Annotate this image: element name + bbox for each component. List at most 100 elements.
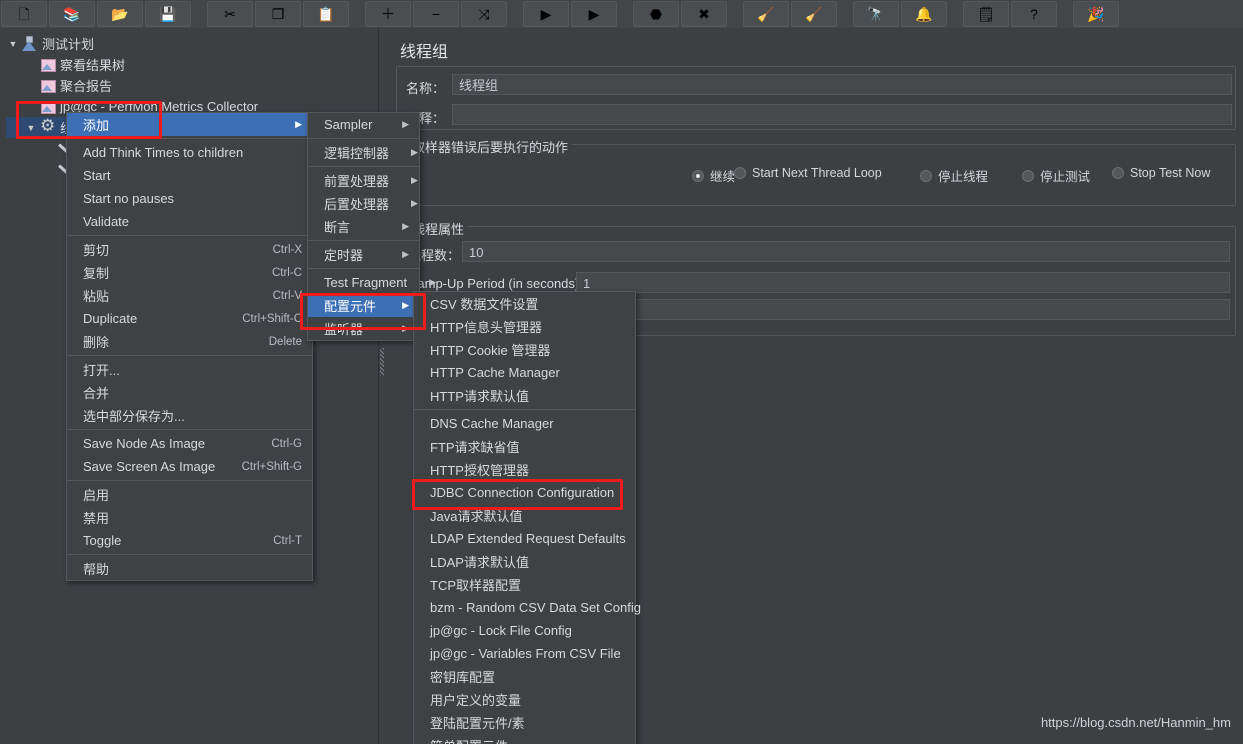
templates-button[interactable]: 📚: [49, 1, 95, 27]
menu-item[interactable]: 启用: [67, 483, 312, 506]
menu-item[interactable]: HTTP授权管理器: [414, 458, 635, 481]
toggle-button[interactable]: ⤨: [461, 1, 507, 27]
menu-item[interactable]: 密钥库配置: [414, 665, 635, 688]
menu-item[interactable]: 用户定义的变量: [414, 688, 635, 711]
plugins-manager-button[interactable]: 🎉: [1073, 1, 1119, 27]
stop-button[interactable]: ⬣: [633, 1, 679, 27]
copy-button[interactable]: ❐: [255, 1, 301, 27]
menu-item[interactable]: 监听器 ▶: [308, 317, 419, 340]
menu-item[interactable]: Toggle Ctrl-T: [67, 529, 312, 552]
rampup-input[interactable]: 1: [576, 272, 1230, 293]
submenu-arrow-icon: ▶: [411, 147, 418, 157]
menu-item[interactable]: Save Node As Image Ctrl-G: [67, 432, 312, 455]
menu-item[interactable]: 禁用: [67, 506, 312, 529]
cut-button[interactable]: ✂: [207, 1, 253, 27]
radio-dot-icon[interactable]: [734, 167, 746, 179]
save-button[interactable]: 💾: [145, 1, 191, 27]
menu-item[interactable]: Test Fragment ▶: [308, 271, 436, 294]
menu-item[interactable]: Start no pauses: [67, 187, 312, 210]
menu-item[interactable]: Validate: [67, 210, 312, 233]
menu-item-label: 粘贴: [83, 289, 110, 304]
start-no-pauses-button[interactable]: ▶: [571, 1, 617, 27]
add-submenu[interactable]: Sampler ▶ 逻辑控制器 ▶ 前置处理器 ▶ 后置处理器 ▶ 断言 ▶ 定时器 ▶ Test Fr…: [307, 112, 436, 341]
config-element-submenu[interactable]: CSV 数据文件设置 HTTP信息头管理器 HTTP Cookie 管理器 HTTP …: [413, 291, 641, 744]
menu-item[interactable]: Java请求默认值: [414, 504, 635, 527]
error-action-radio[interactable]: 继续: [692, 166, 735, 185]
menu-item[interactable]: DNS Cache Manager: [414, 412, 635, 435]
menu-item[interactable]: JDBC Connection Configuration: [414, 481, 635, 504]
menu-item[interactable]: jp@gc - Lock File Config: [414, 619, 635, 642]
menu-item[interactable]: 逻辑控制器 ▶: [308, 141, 419, 164]
menu-item[interactable]: HTTP信息头管理器: [414, 315, 635, 338]
menu-item[interactable]: 添加 ▶: [67, 113, 312, 136]
menu-item[interactable]: 前置处理器 ▶: [308, 169, 419, 192]
menu-item[interactable]: 配置元件 ▶: [308, 294, 419, 317]
error-action-radio[interactable]: Stop Test Now: [1112, 166, 1210, 180]
menu-item[interactable]: FTP请求缺省值: [414, 435, 635, 458]
menu-item[interactable]: 删除 Delete: [67, 330, 312, 353]
menu-item[interactable]: HTTP Cookie 管理器: [414, 338, 635, 361]
radio-dot-icon[interactable]: [920, 169, 932, 182]
splitter-grip[interactable]: [380, 348, 384, 376]
new-test-plan-button[interactable]: 🗋: [1, 1, 47, 27]
function-helper-button[interactable]: 🗒: [963, 1, 1009, 27]
menu-item[interactable]: 断言 ▶: [308, 215, 419, 238]
menu-separator: [67, 355, 312, 356]
menu-separator: [67, 235, 312, 236]
menu-item[interactable]: 选中部分保存为...: [67, 404, 312, 427]
menu-item[interactable]: 打开...: [67, 358, 312, 381]
thread-count-input[interactable]: 10: [462, 241, 1230, 262]
menu-item[interactable]: CSV 数据文件设置: [414, 292, 635, 315]
expand-twisty-icon[interactable]: ▼: [6, 39, 20, 49]
loop-count-input[interactable]: [538, 299, 1230, 320]
menu-item[interactable]: 登陆配置元件/素: [414, 711, 635, 734]
menu-item[interactable]: 后置处理器 ▶: [308, 192, 419, 215]
radio-dot-icon[interactable]: [692, 169, 704, 182]
menu-item[interactable]: Start: [67, 164, 312, 187]
menu-separator: [67, 480, 312, 481]
menu-item[interactable]: 复制 Ctrl-C: [67, 261, 312, 284]
shutdown-button[interactable]: ✖: [681, 1, 727, 27]
menu-separator: [308, 166, 419, 167]
help-button[interactable]: ?: [1011, 1, 1057, 27]
menu-item[interactable]: LDAP请求默认值: [414, 550, 635, 573]
menu-item[interactable]: 简单配置元件: [414, 734, 635, 744]
menu-item[interactable]: 定时器 ▶: [308, 243, 419, 266]
start-button[interactable]: ▶: [523, 1, 569, 27]
search-button[interactable]: 🔭: [853, 1, 899, 27]
error-action-radio[interactable]: Start Next Thread Loop: [734, 166, 882, 180]
radio-dot-icon[interactable]: [1022, 169, 1034, 182]
clear-button[interactable]: 🧹: [743, 1, 789, 27]
expand-twisty-icon[interactable]: ▼: [24, 123, 38, 133]
comment-input[interactable]: [452, 104, 1232, 125]
error-action-radio[interactable]: 停止线程: [920, 166, 988, 185]
collapse-all-button[interactable]: −: [413, 1, 459, 27]
menu-item[interactable]: Add Think Times to children: [67, 141, 312, 164]
menu-item[interactable]: HTTP Cache Manager: [414, 361, 635, 384]
name-input[interactable]: 线程组: [452, 74, 1232, 95]
paste-button[interactable]: 📋: [303, 1, 349, 27]
menu-item[interactable]: HTTP请求默认值: [414, 384, 635, 407]
menu-item[interactable]: LDAP Extended Request Defaults: [414, 527, 635, 550]
tree-context-menu[interactable]: 添加 ▶ Add Think Times to children Start Start…: [66, 112, 313, 581]
menu-item[interactable]: Duplicate Ctrl+Shift-C: [67, 307, 312, 330]
tree-node[interactable]: 察看结果树: [24, 54, 125, 75]
menu-item[interactable]: jp@gc - Variables From CSV File: [414, 642, 635, 665]
menu-item[interactable]: 剪切 Ctrl-X: [67, 238, 312, 261]
error-action-radio[interactable]: 停止测试: [1022, 166, 1090, 185]
open-button[interactable]: 📂: [97, 1, 143, 27]
clear-all-button[interactable]: 🧹: [791, 1, 837, 27]
radio-dot-icon[interactable]: [1112, 167, 1124, 179]
menu-item[interactable]: TCP取样器配置: [414, 573, 635, 596]
menu-item[interactable]: Sampler ▶: [308, 113, 419, 136]
expand-all-button[interactable]: ＋: [365, 1, 411, 27]
menu-item[interactable]: 粘贴 Ctrl-V: [67, 284, 312, 307]
menu-item[interactable]: 合并: [67, 381, 312, 404]
menu-item-shortcut: Ctrl-C: [271, 266, 302, 279]
reset-search-button[interactable]: 🔔: [901, 1, 947, 27]
menu-item[interactable]: Save Screen As Image Ctrl+Shift-G: [67, 455, 312, 478]
menu-item[interactable]: 帮助: [67, 557, 312, 580]
tree-node[interactable]: ▼ 测试计划: [6, 33, 94, 54]
menu-item[interactable]: bzm - Random CSV Data Set Config: [414, 596, 641, 619]
tree-node[interactable]: 聚合报告: [24, 75, 112, 96]
